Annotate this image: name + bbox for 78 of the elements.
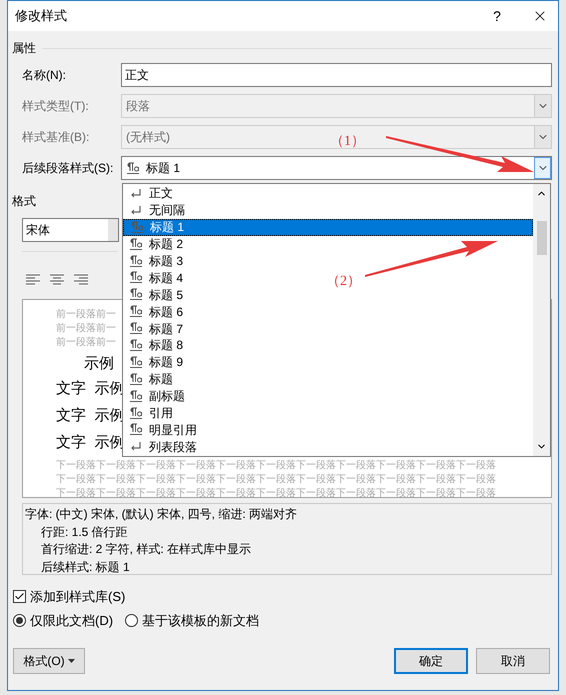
format-button[interactable]: 格式(O) [13,648,85,674]
select-value: (无样式) [126,129,170,146]
style-option[interactable]: 标题 4 [123,269,188,286]
preview-text: 示例 [84,354,114,374]
field-label: 样式基准(B): [22,129,90,146]
align-icon[interactable] [50,274,64,286]
style-option[interactable]: 标题 6 [123,303,188,320]
scrollbar-thumb[interactable] [536,221,546,255]
name-input[interactable]: 正文 [121,63,552,87]
preview-text: 下一段落下一段落下一段落下一段落下一段落下一段落下一段落下一段落下一段落下一段落下一段落 [56,487,496,501]
field-label: 样式类型(T): [22,98,90,115]
style-icon [129,390,143,403]
field-label: 后续段落样式(S): [22,160,114,177]
dropdown-button[interactable] [534,126,551,148]
preview-text: 下一段落下一段落下一段落下一段落下一段落下一段落下一段落下一段落下一段落下一段落下一段落 [56,473,496,487]
style-icon [129,271,143,284]
style-option[interactable]: 副标题 [123,388,189,405]
style-icon [129,238,143,251]
align-icon[interactable] [26,274,40,286]
cancel-button[interactable]: 取消 [476,648,550,674]
return-arrow-icon [129,186,143,200]
preview-text: 前一段落前一 [56,336,116,350]
style-icon [129,322,143,336]
scrollbar[interactable] [533,184,550,456]
radio-button[interactable] [125,614,138,627]
annotation-label: （1） [330,134,365,150]
style-option[interactable]: 标题 5 [123,286,188,304]
description-text: 字体: (中文) 宋体, (默认) 宋体, 四号, 缩进: 两端对齐 [25,506,298,523]
field-label: 名称(N): [22,67,67,84]
style-icon [129,305,143,318]
preview-text: 前一段落前一 [56,308,116,322]
caret-icon [68,659,75,663]
section-heading: 属性 [12,40,36,57]
style-option[interactable]: 标题 2 [123,236,188,253]
dropdown-button[interactable] [534,157,551,179]
style-option[interactable]: 标题 [123,370,177,388]
style-icon [129,423,143,436]
style-icon [129,406,143,420]
help-button[interactable]: ? [482,6,512,26]
style-icon [129,356,143,369]
style-icon [130,220,144,234]
checkbox-label: 添加到样式库(S) [30,588,126,606]
style-icon [129,288,143,302]
select-value: 宋体 [25,222,51,239]
section-heading: 格式 [12,193,36,210]
style-option[interactable]: 标题 1 [123,218,533,236]
style-option[interactable]: 标题 3 [123,252,188,270]
style-icon [129,338,143,352]
style-option[interactable]: 明显引用 [123,421,201,438]
preview-text: 下一段落下一段落下一段落下一段落下一段落下一段落下一段落下一段落下一段落下一段落下一段落 [56,459,496,473]
style-option[interactable]: 标题 7 [123,320,188,338]
return-arrow-icon [129,204,143,217]
radio-label: 基于该模板的新文档 [142,612,260,630]
preview-text: 前一段落前一 [56,322,116,336]
style-option[interactable]: 标题 8 [123,337,188,354]
select-value: 段落 [126,98,150,115]
style-icon [129,254,143,268]
description-text: 后续样式: 标题 1 [40,558,131,576]
style-icon [126,162,140,174]
select-value: 标题 1 [146,160,180,177]
annotation-label: （2） [326,273,361,291]
dropdown-button[interactable] [534,95,551,117]
font-select[interactable]: 宋体 [22,218,119,242]
description-text: 行距: 1.5 倍行距 [40,524,129,540]
description-text: 首行缩进: 2 字符, 样式: 在样式库中显示 [40,541,252,558]
style-icon [129,372,143,386]
align-icon[interactable] [74,274,88,286]
style-option[interactable]: 引用 [123,404,177,422]
style-option[interactable]: 正文 [123,185,177,202]
ok-button[interactable]: 确定 [394,648,468,674]
style-option[interactable]: 无间隔 [123,202,189,219]
radio-button[interactable] [13,614,26,627]
window-title: 修改样式 [15,7,68,26]
style-option[interactable]: 列表段落 [123,438,201,456]
radio-label: 仅限此文档(D) [30,612,114,630]
style-select[interactable]: 标题 1 [121,156,552,180]
style-option[interactable]: 标题 9 [123,354,188,371]
checkbox[interactable] [13,590,26,604]
